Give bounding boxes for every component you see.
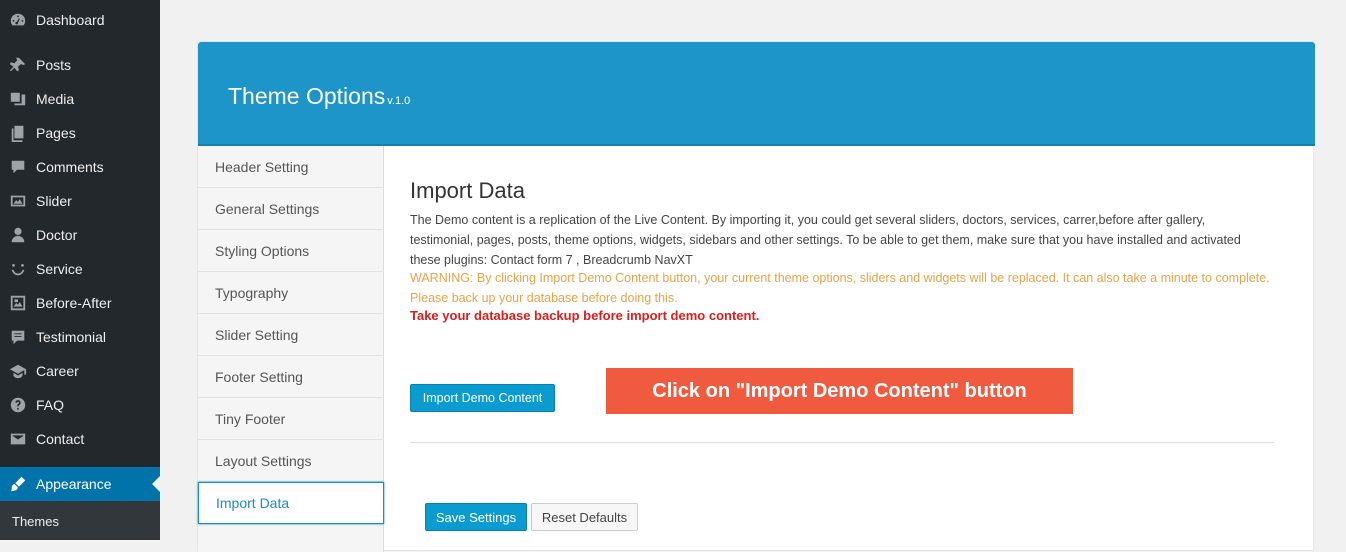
panel-title-text: Theme Options (228, 83, 386, 109)
sidebar-item-label: Media (36, 91, 75, 107)
admin-sidebar: Dashboard Posts Media Pages Comments Sli… (0, 0, 160, 540)
sidebar-item-label: Doctor (36, 227, 78, 243)
sidebar-item-dashboard[interactable]: Dashboard (0, 3, 160, 37)
sidebar-item-label: Career (36, 363, 79, 379)
sidebar-item-career[interactable]: Career (0, 354, 160, 388)
options-tabs: Header Setting General Settings Styling … (198, 146, 384, 552)
tab-slider-setting[interactable]: Slider Setting (198, 314, 384, 356)
sidebar-item-contact[interactable]: Contact (0, 422, 160, 456)
sidebar-item-comments[interactable]: Comments (0, 150, 160, 184)
sidebar-item-testimonial[interactable]: Testimonial (0, 320, 160, 354)
smile-icon (8, 259, 28, 279)
help-icon (8, 395, 28, 415)
tab-import-data[interactable]: Import Data (198, 482, 384, 524)
submenu-item-themes[interactable]: Themes (12, 514, 59, 529)
graduation-icon (8, 361, 28, 381)
sidebar-item-label: Before-After (36, 295, 112, 311)
person-icon (8, 225, 28, 245)
sidebar-item-label: Slider (36, 193, 72, 209)
sidebar-item-label: Testimonial (36, 329, 107, 345)
tab-general-settings[interactable]: General Settings (198, 188, 384, 230)
tab-footer-setting[interactable]: Footer Setting (198, 356, 384, 398)
sidebar-item-media[interactable]: Media (0, 82, 160, 116)
sidebar-item-pages[interactable]: Pages (0, 116, 160, 150)
tab-styling-options[interactable]: Styling Options (198, 230, 384, 272)
sidebar-item-service[interactable]: Service (0, 252, 160, 286)
theme-options-panel: Theme Options v.1.0 Header Setting Genera… (197, 41, 1315, 552)
mail-icon (8, 429, 28, 449)
sidebar-item-label: Dashboard (36, 12, 105, 28)
dashboard-icon (8, 10, 28, 30)
save-settings-button[interactable]: Save Settings (425, 503, 527, 531)
pin-icon (8, 55, 28, 75)
instruction-callout: Click on "Import Demo Content" button (606, 368, 1073, 414)
slider-icon (8, 191, 28, 211)
tab-header-setting[interactable]: Header Setting (198, 146, 384, 188)
media-icon (8, 89, 28, 109)
section-title: Import Data (410, 178, 525, 203)
sidebar-item-label: Comments (36, 159, 104, 175)
reset-defaults-button[interactable]: Reset Defaults (531, 503, 638, 531)
tab-typography[interactable]: Typography (198, 272, 384, 314)
sidebar-item-faq[interactable]: FAQ (0, 388, 160, 422)
tab-layout-settings[interactable]: Layout Settings (198, 440, 384, 482)
appearance-submenu: Themes (0, 501, 160, 540)
warning-text: WARNING: By clicking Import Demo Content… (410, 271, 1270, 305)
sidebar-item-label: Service (36, 261, 83, 277)
panel-header: Theme Options v.1.0 (198, 42, 1315, 146)
panel-title: Theme Options v.1.0 (228, 83, 410, 110)
active-indicator (152, 476, 160, 492)
comment-icon (8, 157, 28, 177)
sidebar-item-label: Appearance (36, 476, 112, 492)
gallery-icon (8, 293, 28, 313)
sidebar-item-label: FAQ (36, 397, 65, 413)
brush-icon (8, 474, 28, 494)
tab-tiny-footer[interactable]: Tiny Footer (198, 398, 384, 440)
backup-note: Take your database backup before import … (410, 308, 760, 323)
sidebar-item-label: Pages (36, 125, 76, 141)
import-demo-content-button[interactable]: Import Demo Content (410, 384, 555, 412)
pages-icon (8, 123, 28, 143)
sidebar-item-posts[interactable]: Posts (0, 48, 160, 82)
testimonial-icon (8, 327, 28, 347)
sidebar-item-label: Contact (36, 431, 85, 447)
sidebar-item-doctor[interactable]: Doctor (0, 218, 160, 252)
divider (410, 442, 1274, 443)
panel-version: v.1.0 (387, 95, 411, 107)
description-text: The Demo content is a replication of the… (410, 213, 1241, 267)
sidebar-item-slider[interactable]: Slider (0, 184, 160, 218)
sidebar-item-label: Posts (36, 57, 72, 73)
sidebar-item-before-after[interactable]: Before-After (0, 286, 160, 320)
sidebar-item-appearance[interactable]: Appearance (0, 467, 160, 501)
